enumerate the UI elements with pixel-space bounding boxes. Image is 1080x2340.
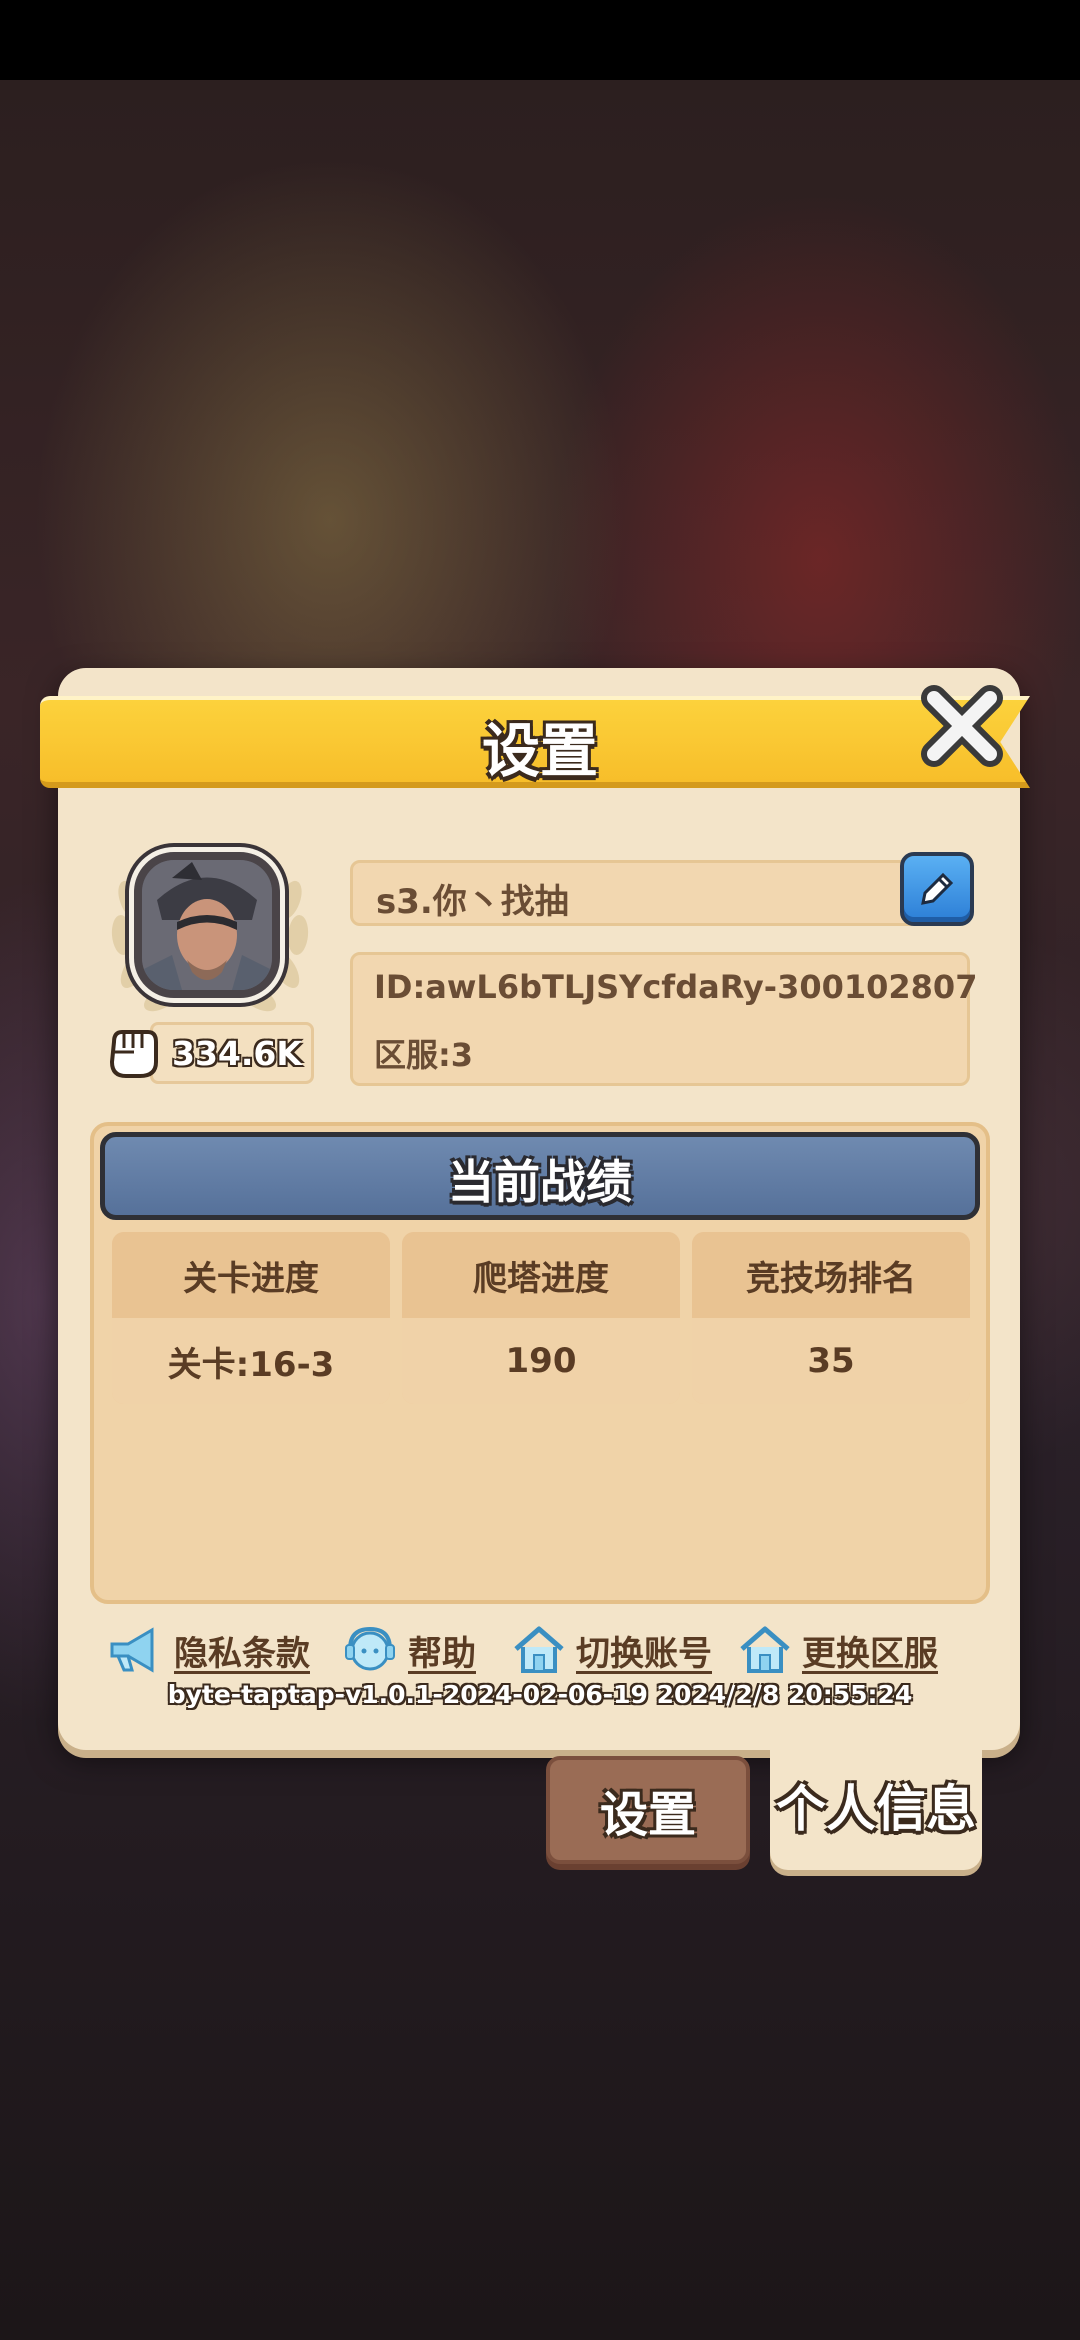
tab-settings[interactable]: 设置	[546, 1756, 750, 1864]
edit-name-button[interactable]	[900, 852, 974, 926]
tab-profile[interactable]: 个人信息	[770, 1740, 982, 1870]
close-button[interactable]	[912, 676, 1012, 776]
server-label: 区服:3	[374, 1036, 474, 1074]
close-icon	[921, 685, 1003, 767]
power-value: 334.6K	[172, 1034, 302, 1073]
home-icon	[514, 1626, 564, 1673]
privacy-label: 隐私条款	[174, 1633, 310, 1674]
status-bar	[0, 0, 1080, 80]
fist-icon	[109, 1030, 158, 1078]
hero-portrait	[142, 860, 272, 990]
stat-value: 35	[692, 1318, 970, 1404]
stats-header-title: 当前战绩	[448, 1155, 632, 1209]
stat-card-arena: 竞技场排名 35	[692, 1232, 970, 1404]
player-id[interactable]: ID:awL6bTLJSYcfdaRy-300102807	[374, 968, 977, 1006]
switch-account-link[interactable]: 切换账号	[512, 1620, 712, 1680]
privacy-link[interactable]: 隐私条款	[108, 1620, 310, 1680]
help-label: 帮助	[408, 1633, 476, 1674]
stat-value: 190	[402, 1318, 680, 1404]
stat-value: 关卡:16-3	[112, 1318, 390, 1404]
avatar[interactable]	[134, 852, 280, 998]
headset-icon	[345, 1626, 395, 1671]
change-server-label: 更换区服	[802, 1633, 938, 1674]
home-icon	[740, 1626, 790, 1673]
stat-card-stage: 关卡进度 关卡:16-3	[112, 1232, 390, 1404]
change-server-link[interactable]: 更换区服	[738, 1620, 938, 1680]
stat-label: 关卡进度	[112, 1232, 390, 1318]
player-name: s3.你丶找抽	[376, 882, 569, 922]
stat-label: 爬塔进度	[402, 1232, 680, 1318]
stat-label: 竞技场排名	[692, 1232, 970, 1318]
megaphone-icon	[110, 1627, 154, 1673]
pencil-icon	[921, 872, 954, 905]
stat-card-tower: 爬塔进度 190	[402, 1232, 680, 1404]
switch-account-label: 切换账号	[576, 1633, 712, 1674]
help-link[interactable]: 帮助	[342, 1620, 476, 1680]
version-text: byte-taptap-v1.0.1-2024-02-06-19 2024/2/…	[167, 1680, 913, 1709]
